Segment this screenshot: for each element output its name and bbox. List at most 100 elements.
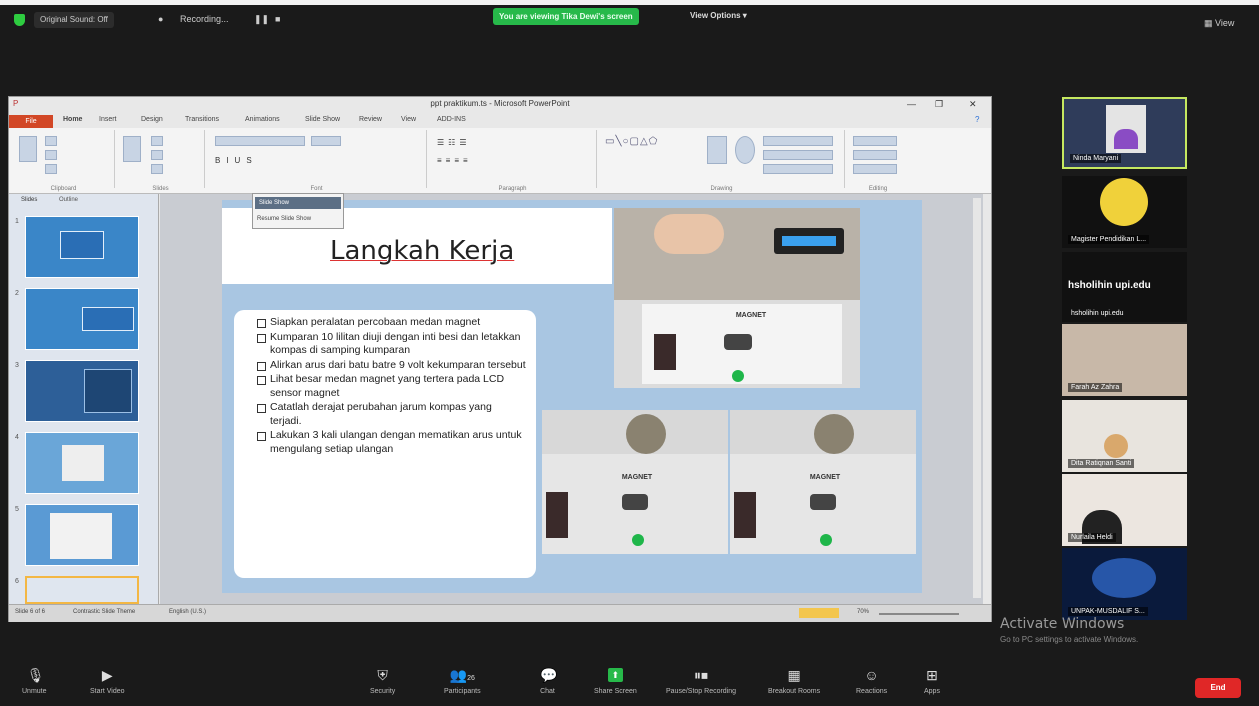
shield-icon: ⛨ [377,667,388,683]
security-shield-icon[interactable] [14,14,25,26]
top-divider [0,0,1259,5]
minimize-icon[interactable]: — [907,99,916,109]
section-icon[interactable] [151,164,163,174]
slide-thumbnail[interactable] [25,504,139,566]
view-options-label: View Options [690,11,741,20]
photo-background [614,208,860,300]
participant-tile[interactable]: Dita Ratiqnan Santi [1062,400,1187,472]
vertical-scrollbar[interactable] [973,198,981,598]
pause-recording-icon[interactable]: ❚❚ [254,14,269,25]
bullets-icon[interactable]: ☰☷☰ [437,138,471,147]
slide-thumbnail[interactable] [25,360,139,422]
ppt-window-title: ppt praktikum.ts - Microsoft PowerPoint [430,99,570,108]
cut-icon[interactable] [45,136,57,146]
tab-outline-pane[interactable]: Outline [59,197,78,203]
slide-thumbnail[interactable] [25,216,139,278]
start-video-button[interactable]: ▶ Start Video [90,668,125,695]
align-icons[interactable]: ≡≡≡≡ [437,156,472,165]
tab-addins[interactable]: ADD-INS [437,116,466,123]
copy-icon[interactable] [45,150,57,160]
font-size-dropdown[interactable] [311,136,341,146]
participant-tile[interactable]: UNPAK-MUSDALIF S... [1062,548,1187,620]
close-icon[interactable]: ✕ [969,99,977,110]
chat-label: Chat [540,688,555,695]
coil [734,492,756,538]
participant-name: Farah Az Zahra [1068,383,1123,392]
share-screen-button[interactable]: ⬆ Share Screen [594,668,637,695]
layout-icon[interactable] [151,136,163,146]
participant-tile[interactable]: Farah Az Zahra [1062,324,1187,396]
breakout-rooms-button[interactable]: ▦ Breakout Rooms [768,668,820,695]
tab-view[interactable]: View [401,116,416,123]
end-meeting-button[interactable]: End [1195,678,1241,698]
format-painter-icon[interactable] [45,164,57,174]
paste-icon[interactable] [19,136,37,162]
restore-icon[interactable]: ❐ [935,99,943,110]
microphone-muted-icon: 🎙 [26,667,45,683]
slide-title[interactable]: Langkah Kerja [330,236,514,266]
background-glow [1092,558,1156,598]
participants-button[interactable]: 👥26 Participants [444,668,481,695]
slide-canvas: Langkah Kerja Siapkan peralatan percobaa… [160,194,983,604]
participant-tile[interactable]: hsholihin upi.edu hsholihin upi.edu [1062,252,1187,322]
status-bar: Slide 6 of 6 Contrastic Slide Theme Engl… [9,604,991,622]
thumb-number: 3 [15,362,19,369]
slide-show-item[interactable]: Slide Show [255,197,341,209]
original-sound-toggle[interactable]: Original Sound: Off [34,12,114,28]
shape-effects-icon[interactable] [763,164,833,174]
font-format-icons[interactable]: BIUS [215,156,258,165]
replace-icon[interactable] [853,150,897,160]
tab-file[interactable]: File [9,115,53,128]
participant-tile-active[interactable]: Ninda Maryani [1062,97,1187,169]
video-off-icon: ▶ [101,667,113,683]
tab-design[interactable]: Design [141,116,163,123]
thumb-photo [62,445,104,481]
tab-insert[interactable]: Insert [99,116,117,123]
shapes-gallery-icon[interactable]: ▭╲○▢△⬠ [605,136,658,147]
stop-recording-icon[interactable]: ■ [275,14,280,24]
green-button [632,534,644,546]
slide-thumbnail[interactable] [25,432,139,494]
ribbon-tabs: File Home Insert Design Transitions Anim… [9,115,991,128]
unmute-button[interactable]: 🎙 Unmute [22,668,47,695]
reactions-button[interactable]: ☺ Reactions [856,668,887,695]
quick-styles-icon[interactable] [735,136,755,164]
find-icon[interactable] [853,136,897,146]
select-icon[interactable] [853,164,897,174]
slide-thumbnail[interactable] [25,288,139,350]
participant-tile[interactable]: Magister Pendidikan L... [1062,176,1187,248]
lcd-screen [782,236,836,246]
slide-thumbnail-selected[interactable] [25,576,139,604]
zoom-slider[interactable] [879,613,959,615]
shape-outline-icon[interactable] [763,150,833,160]
tab-slide-show[interactable]: Slide Show [305,116,340,123]
arrange-icon[interactable] [707,136,727,164]
resume-slide-show-item[interactable]: Resume Slide Show [257,214,311,224]
new-slide-icon[interactable] [123,136,141,162]
share-screen-icon: ⬆ [607,668,623,682]
record-button[interactable]: ⏸⏹ Pause/Stop Recording [666,668,736,695]
security-label: Security [370,688,396,695]
help-icon[interactable]: ? [975,115,979,124]
apps-button[interactable]: ⊞ Apps [924,668,940,695]
viewing-screen-banner: You are viewing Tika Dewi's screen [493,8,639,25]
view-button[interactable]: View [1215,18,1234,28]
participant-tile[interactable]: Nurlaila Heldi [1062,474,1187,546]
tab-home[interactable]: Home [63,116,82,123]
apps-icon: ⊞ [926,667,938,683]
grid-view-icon[interactable]: ▦ [1204,18,1213,29]
activate-windows-subtitle: Go to PC settings to activate Windows. [1000,635,1139,644]
view-buttons[interactable] [799,608,839,618]
reset-icon[interactable] [151,150,163,160]
tab-review[interactable]: Review [359,116,382,123]
font-name-dropdown[interactable] [215,136,305,146]
experiment-photo: MAGNET [542,410,728,554]
hand [654,214,724,254]
tab-slides-pane[interactable]: Slides [21,197,37,203]
shape-fill-icon[interactable] [763,136,833,146]
security-button[interactable]: ⛨ Security [370,668,395,695]
chat-button[interactable]: 💬 Chat [540,668,557,695]
tab-animations[interactable]: Animations [245,116,280,123]
tab-transitions[interactable]: Transitions [185,116,219,123]
view-options-button[interactable]: View Options ▾ [684,8,753,24]
